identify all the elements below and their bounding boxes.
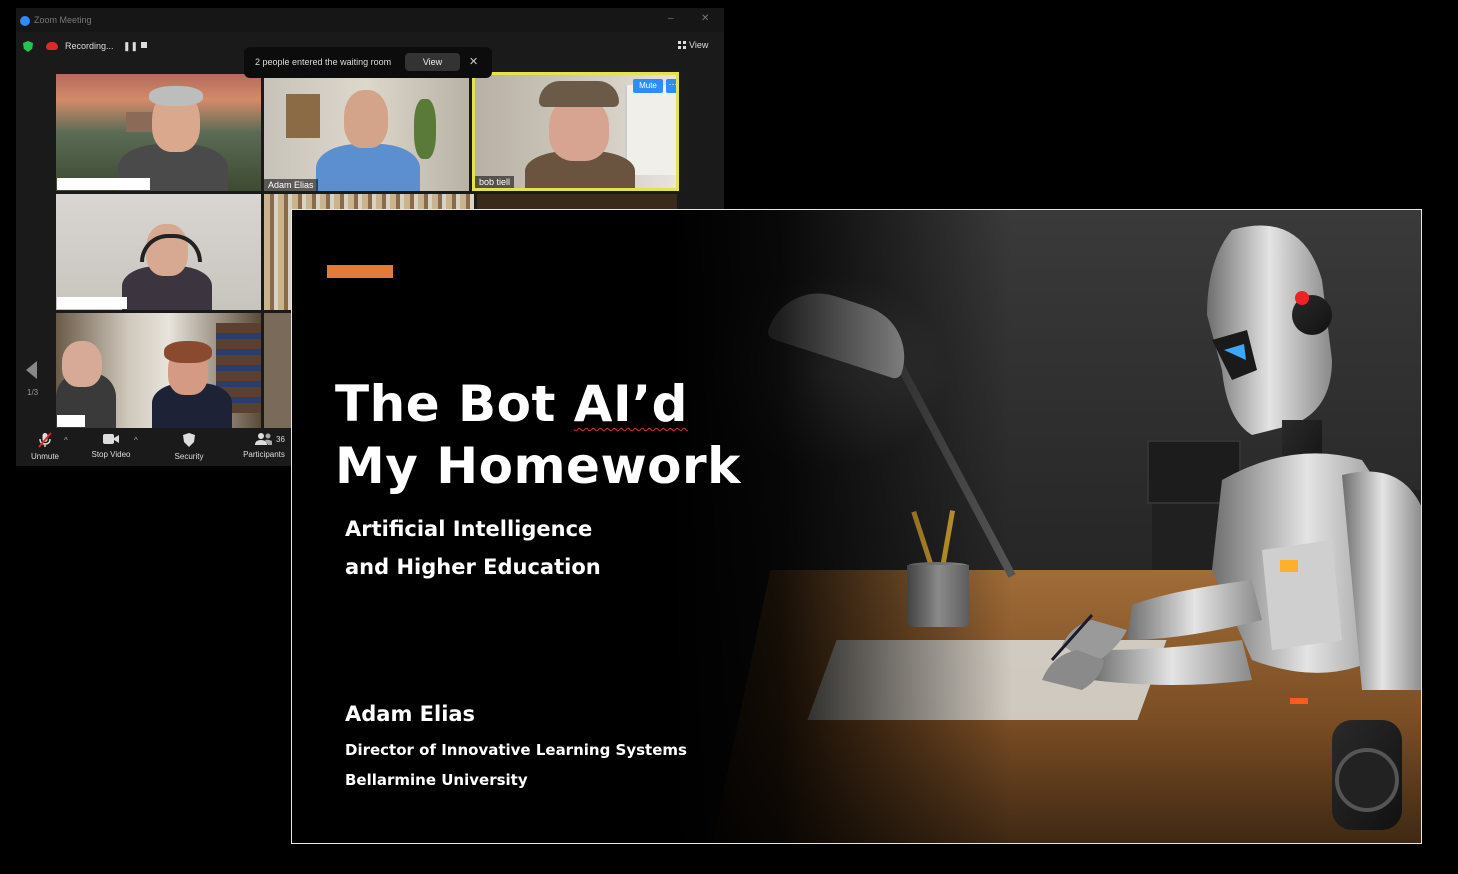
slide-subtitle: Artificial Intelligence and Higher Educa… xyxy=(345,510,601,586)
video-camera-icon xyxy=(103,434,119,444)
video-tile[interactable] xyxy=(56,313,261,428)
participant-body xyxy=(316,144,420,191)
participant-name: Adam Elias xyxy=(264,179,318,191)
participant-face xyxy=(344,90,388,148)
stop-recording-button[interactable] xyxy=(141,42,147,48)
presenter-role: Director of Innovative Learning Systems xyxy=(345,741,687,759)
shield-check-icon[interactable] xyxy=(23,41,33,52)
title-line2: My Homework xyxy=(335,437,741,495)
stop-video-button[interactable]: Stop Video xyxy=(88,432,134,459)
unmute-button[interactable]: Unmute xyxy=(28,432,62,461)
mute-participant-button[interactable]: Mute xyxy=(633,79,663,93)
participants-icon xyxy=(255,433,272,445)
video-tile[interactable] xyxy=(56,194,261,310)
background-plant xyxy=(414,99,436,159)
presenter-organization: Bellarmine University xyxy=(345,771,528,789)
participant-hair xyxy=(149,86,203,106)
name-label-redacted xyxy=(57,297,127,309)
participant-face xyxy=(62,341,102,387)
slide-title: The Bot AI’d My Homework xyxy=(335,373,741,497)
name-label-redacted xyxy=(57,178,150,190)
security-shield-icon xyxy=(183,433,195,447)
previous-page-button[interactable] xyxy=(26,361,37,379)
page-indicator: 1/3 xyxy=(27,388,39,397)
video-options-caret[interactable]: ^ xyxy=(134,436,138,445)
grid-icon xyxy=(678,41,686,49)
mic-muted-icon xyxy=(38,432,52,448)
pause-recording-button[interactable]: ❚❚ xyxy=(123,41,138,52)
close-window-icon[interactable]: ✕ xyxy=(701,14,711,24)
audio-options-caret[interactable]: ^ xyxy=(64,436,68,445)
security-label: Security xyxy=(174,452,204,461)
title-bar: Zoom Meeting – ✕ xyxy=(16,8,724,32)
video-tile[interactable]: Adam Elias xyxy=(264,74,469,191)
more-options-button[interactable]: ··· xyxy=(666,79,676,93)
close-icon[interactable]: ✕ xyxy=(469,55,478,68)
active-speaker-tile[interactable]: Mute ··· bob tiell xyxy=(472,72,679,191)
view-button[interactable]: View xyxy=(678,40,708,50)
zoom-app-icon xyxy=(20,16,30,26)
video-tile[interactable] xyxy=(56,74,261,191)
notification-message: 2 people entered the waiting room xyxy=(255,57,392,67)
background-door xyxy=(625,85,676,175)
participant-hair xyxy=(164,341,212,363)
stop-video-label: Stop Video xyxy=(91,450,131,459)
cloud-recording-icon xyxy=(46,42,58,50)
participant-count: 36 xyxy=(276,435,285,444)
subtitle-line1: Artificial Intelligence xyxy=(345,517,593,541)
subtitle-line2: and Higher Education xyxy=(345,555,601,579)
robot-illustration xyxy=(1042,225,1421,830)
name-label-redacted xyxy=(57,415,85,427)
title-line1-prefix: The Bot xyxy=(335,375,574,433)
participant-cap xyxy=(539,81,619,107)
title-line1-word: AI’d xyxy=(573,375,688,433)
presentation-slide: The Bot AI’d My Homework Artificial Inte… xyxy=(291,209,1422,844)
window-title: Zoom Meeting xyxy=(34,15,92,25)
accent-bar xyxy=(327,265,393,278)
view-label: View xyxy=(689,40,709,50)
background-board xyxy=(286,94,320,138)
video-tile[interactable] xyxy=(264,313,294,428)
participant-name: bob tiell xyxy=(475,176,515,188)
recording-status: Recording... xyxy=(65,41,114,51)
security-button[interactable]: Security xyxy=(171,432,207,461)
waiting-room-notification: 2 people entered the waiting room View ✕ xyxy=(244,47,492,78)
unmute-label: Unmute xyxy=(30,452,59,461)
participants-label: Participants xyxy=(243,450,285,459)
minimize-icon[interactable]: – xyxy=(668,14,678,24)
presenter-name: Adam Elias xyxy=(345,702,476,726)
view-waiting-room-button[interactable]: View xyxy=(405,53,460,71)
